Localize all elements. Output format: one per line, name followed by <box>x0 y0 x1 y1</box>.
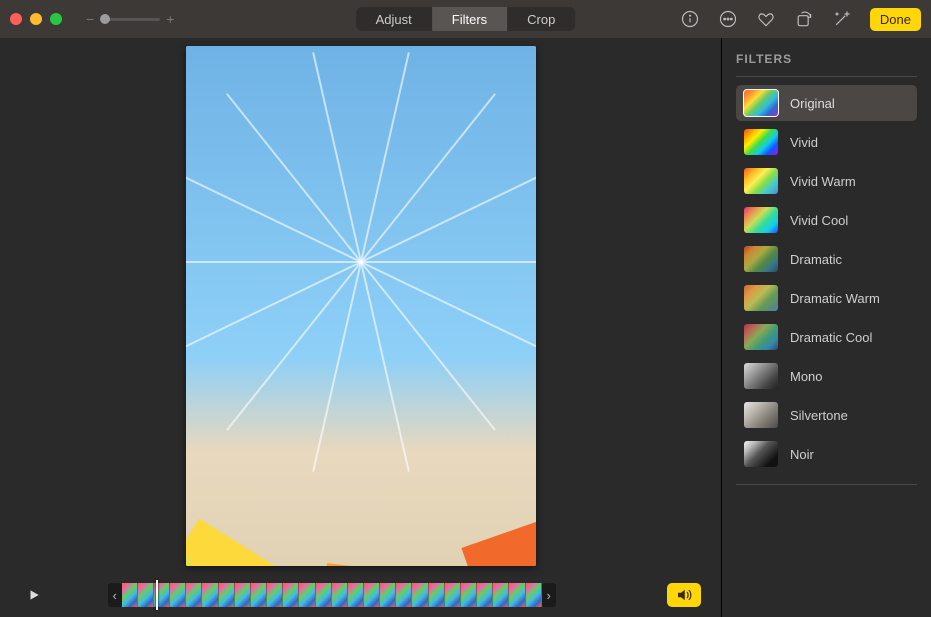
timeline-frame[interactable] <box>186 583 202 607</box>
tab-filters[interactable]: Filters <box>432 7 507 31</box>
filter-thumb <box>744 246 778 272</box>
timeline-frame[interactable] <box>461 583 477 607</box>
volume-button[interactable] <box>667 583 701 607</box>
zoom-out-icon: − <box>86 11 94 27</box>
timeline-frame[interactable] <box>219 583 235 607</box>
timeline-frame[interactable] <box>251 583 267 607</box>
filter-label: Vivid Warm <box>790 174 856 189</box>
filter-label: Noir <box>790 447 814 462</box>
filter-item-dramatic-warm[interactable]: Dramatic Warm <box>736 280 917 316</box>
filter-item-vivid[interactable]: Vivid <box>736 124 917 160</box>
favorite-icon[interactable] <box>756 9 776 29</box>
filter-thumb <box>744 324 778 350</box>
close-window-button[interactable] <box>10 13 22 25</box>
timeline-frame[interactable] <box>493 583 509 607</box>
window-toolbar: − + Adjust Filters Crop Done <box>0 0 931 38</box>
timeline-frame[interactable] <box>412 583 428 607</box>
timeline-frame[interactable] <box>526 583 542 607</box>
filter-thumb <box>744 285 778 311</box>
filter-label: Dramatic Cool <box>790 330 872 345</box>
timeline-frame[interactable] <box>429 583 445 607</box>
filter-item-vivid-cool[interactable]: Vivid Cool <box>736 202 917 238</box>
timeline-frame[interactable] <box>235 583 251 607</box>
filter-item-noir[interactable]: Noir <box>736 436 917 472</box>
filter-item-dramatic-cool[interactable]: Dramatic Cool <box>736 319 917 355</box>
filters-panel: FILTERS Original Vivid Vivid Warm Vivid Coo… <box>721 38 931 617</box>
zoom-knob[interactable] <box>100 14 110 24</box>
timeline-frames[interactable] <box>122 583 542 607</box>
timeline-frame[interactable] <box>509 583 525 607</box>
timeline-frame[interactable] <box>348 583 364 607</box>
timeline-frame[interactable] <box>477 583 493 607</box>
info-icon[interactable] <box>680 9 700 29</box>
video-timeline[interactable]: ‹ › <box>108 583 556 607</box>
filter-item-dramatic[interactable]: Dramatic <box>736 241 917 277</box>
rotate-icon[interactable] <box>794 9 814 29</box>
play-button[interactable] <box>20 585 48 605</box>
filter-thumb <box>744 402 778 428</box>
minimize-window-button[interactable] <box>30 13 42 25</box>
tab-adjust[interactable]: Adjust <box>356 7 432 31</box>
filter-thumb <box>744 168 778 194</box>
playhead[interactable] <box>156 580 158 610</box>
timeline-frame[interactable] <box>445 583 461 607</box>
filter-label: Vivid <box>790 135 818 150</box>
filter-label: Dramatic <box>790 252 842 267</box>
timeline-frame[interactable] <box>299 583 315 607</box>
trim-start-handle[interactable]: ‹ <box>108 583 122 607</box>
filter-item-mono[interactable]: Mono <box>736 358 917 394</box>
filter-item-silvertone[interactable]: Silvertone <box>736 397 917 433</box>
filter-label: Original <box>790 96 835 111</box>
timeline-frame[interactable] <box>332 583 348 607</box>
edited-photo[interactable] <box>186 46 536 566</box>
filter-item-vivid-warm[interactable]: Vivid Warm <box>736 163 917 199</box>
timeline-frame[interactable] <box>380 583 396 607</box>
filter-thumb <box>744 207 778 233</box>
zoom-track[interactable] <box>100 18 160 21</box>
filter-label: Vivid Cool <box>790 213 848 228</box>
timeline-row: ‹ › <box>0 583 721 607</box>
timeline-frame[interactable] <box>138 583 154 607</box>
timeline-frame[interactable] <box>122 583 138 607</box>
zoom-slider[interactable]: − + <box>86 11 174 27</box>
filter-thumb <box>744 363 778 389</box>
zoom-in-icon: + <box>166 11 174 27</box>
traffic-lights <box>10 13 62 25</box>
timeline-frame[interactable] <box>364 583 380 607</box>
editor-stage: ‹ › <box>0 38 721 617</box>
divider <box>736 484 917 485</box>
filter-item-original[interactable]: Original <box>736 85 917 121</box>
timeline-frame[interactable] <box>316 583 332 607</box>
timeline-frame[interactable] <box>396 583 412 607</box>
filter-thumb <box>744 129 778 155</box>
filter-label: Mono <box>790 369 823 384</box>
divider <box>736 76 917 77</box>
timeline-frame[interactable] <box>202 583 218 607</box>
timeline-frame[interactable] <box>267 583 283 607</box>
trim-end-handle[interactable]: › <box>542 583 556 607</box>
more-icon[interactable] <box>718 9 738 29</box>
filters-heading: FILTERS <box>736 52 917 66</box>
tab-crop[interactable]: Crop <box>507 7 575 31</box>
content-area: ‹ › FILTERS Original Vivid Vivid Warm Vivid… <box>0 38 931 617</box>
toolbar-right-actions: Done <box>680 8 921 31</box>
filter-thumb <box>744 90 778 116</box>
maximize-window-button[interactable] <box>50 13 62 25</box>
enhance-icon[interactable] <box>832 9 852 29</box>
filter-thumb <box>744 441 778 467</box>
timeline-frame[interactable] <box>170 583 186 607</box>
edit-tabs: Adjust Filters Crop <box>356 7 576 31</box>
timeline-frame[interactable] <box>283 583 299 607</box>
filter-label: Dramatic Warm <box>790 291 880 306</box>
filter-label: Silvertone <box>790 408 848 423</box>
done-button[interactable]: Done <box>870 8 921 31</box>
filters-list: Original Vivid Vivid Warm Vivid Cool Dramati… <box>736 85 917 472</box>
